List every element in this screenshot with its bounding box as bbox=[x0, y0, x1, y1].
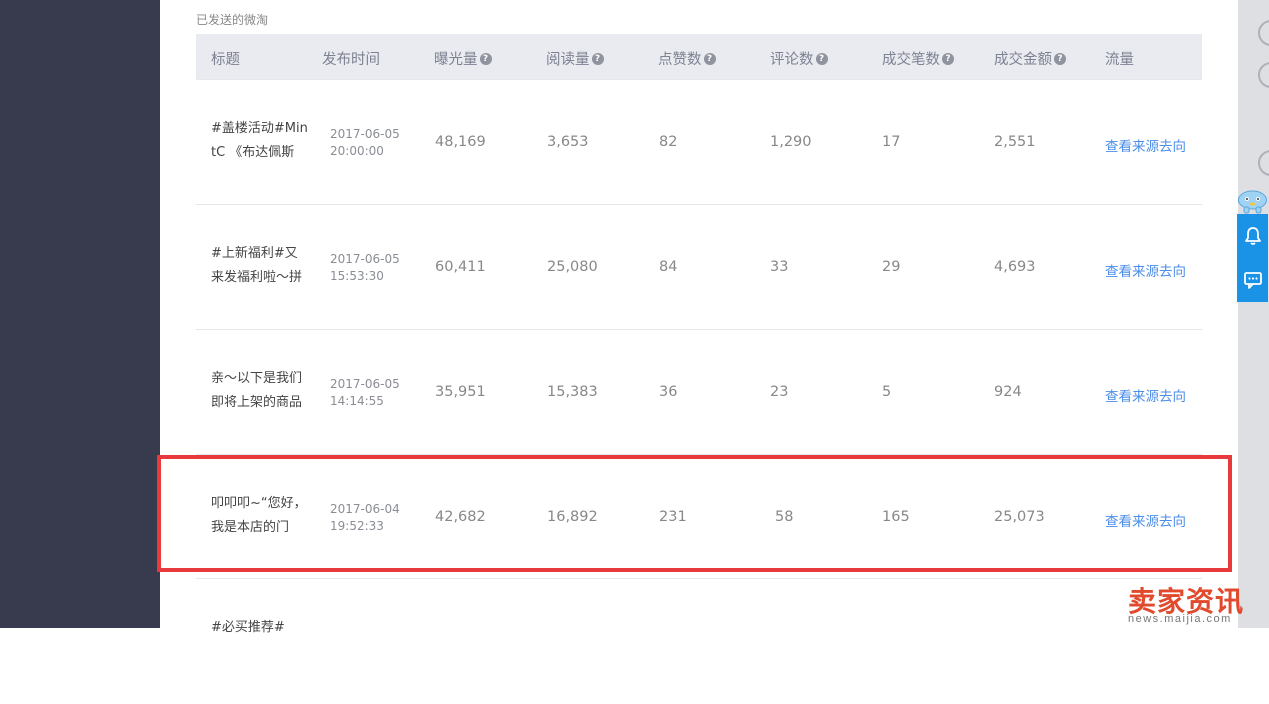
publish-time: 2017-06-05 15:53:30 bbox=[330, 252, 400, 283]
likes-value: 84 bbox=[659, 259, 678, 275]
col-reads: 阅读量? bbox=[546, 48, 604, 69]
table-header: 标题 发布时间 曝光量? 阅读量? 点赞数? 评论数? 成交笔数? 成交金额? … bbox=[196, 34, 1202, 79]
left-sidebar bbox=[0, 0, 160, 628]
table-row: #上新福利#又 来发福利啦～拼 2017-06-05 15:53:30 60,4… bbox=[196, 204, 1202, 330]
amount-value: 924 bbox=[994, 384, 1022, 400]
help-icon[interactable]: ? bbox=[1054, 52, 1066, 65]
mascot-icon[interactable] bbox=[1236, 188, 1269, 214]
help-icon[interactable]: ? bbox=[591, 52, 604, 65]
reads-value: 3,653 bbox=[547, 134, 589, 150]
likes-value: 36 bbox=[659, 384, 678, 400]
col-amount: 成交金额? bbox=[994, 48, 1066, 69]
view-traffic-source-link[interactable]: 查看来源去向 bbox=[1105, 260, 1186, 280]
col-title: 标题 bbox=[211, 52, 240, 68]
watermark-url: news.maijia.com bbox=[1128, 613, 1232, 625]
post-title[interactable]: #上新福利#又 来发福利啦～拼 bbox=[211, 242, 311, 290]
table-row: #必买推荐# bbox=[196, 578, 1202, 704]
section-title: 已发送的微淘 bbox=[196, 13, 269, 27]
view-traffic-source-link[interactable]: 查看来源去向 bbox=[1105, 135, 1186, 155]
orders-value: 17 bbox=[882, 134, 901, 150]
notification-button[interactable] bbox=[1237, 214, 1268, 258]
comments-value: 1,290 bbox=[770, 134, 812, 150]
post-title[interactable]: 亲～以下是我们 即将上架的商品 bbox=[211, 367, 311, 415]
exposure-value: 48,169 bbox=[435, 134, 486, 150]
help-icon[interactable]: ? bbox=[479, 52, 492, 65]
watermark-logo: 卖家资讯 news.maijia.com bbox=[1128, 580, 1268, 628]
col-likes: 点赞数? bbox=[658, 48, 716, 69]
col-comments: 评论数? bbox=[770, 48, 828, 69]
help-icon[interactable]: ? bbox=[942, 52, 954, 65]
exposure-value: 35,951 bbox=[435, 384, 486, 400]
publish-time: 2017-06-05 14:14:55 bbox=[330, 377, 400, 408]
post-title[interactable]: #盖楼活动#Min tC 《布达佩斯 bbox=[211, 117, 311, 165]
amount-value: 4,693 bbox=[994, 259, 1036, 275]
message-button[interactable] bbox=[1237, 258, 1268, 302]
reads-value: 25,080 bbox=[547, 259, 598, 275]
amount-value: 2,551 bbox=[994, 134, 1036, 150]
comments-value: 33 bbox=[770, 259, 789, 275]
orders-value: 5 bbox=[882, 384, 892, 400]
right-rail bbox=[1238, 0, 1269, 628]
view-traffic-source-link[interactable]: 查看来源去向 bbox=[1105, 385, 1186, 405]
col-traffic: 流量 bbox=[1105, 52, 1134, 68]
help-icon[interactable]: ? bbox=[703, 52, 716, 65]
orders-value: 29 bbox=[882, 259, 901, 275]
table-row: 亲～以下是我们 即将上架的商品 2017-06-05 14:14:55 35,9… bbox=[196, 329, 1202, 455]
post-title[interactable]: #必买推荐# bbox=[211, 616, 311, 640]
col-exposure: 曝光量? bbox=[434, 48, 492, 69]
exposure-value: 60,411 bbox=[435, 259, 486, 275]
col-orders: 成交笔数? bbox=[882, 48, 954, 69]
help-icon[interactable]: ? bbox=[815, 52, 828, 65]
reads-value: 15,383 bbox=[547, 384, 598, 400]
highlight-box bbox=[157, 455, 1232, 572]
table-row: #盖楼活动#Min tC 《布达佩斯 2017-06-05 20:00:00 4… bbox=[196, 79, 1202, 205]
likes-value: 82 bbox=[659, 134, 678, 150]
comments-value: 23 bbox=[770, 384, 789, 400]
publish-time: 2017-06-05 20:00:00 bbox=[330, 127, 400, 158]
bell-icon bbox=[1244, 227, 1261, 245]
chat-icon bbox=[1243, 272, 1262, 289]
col-publish-time: 发布时间 bbox=[322, 52, 380, 68]
